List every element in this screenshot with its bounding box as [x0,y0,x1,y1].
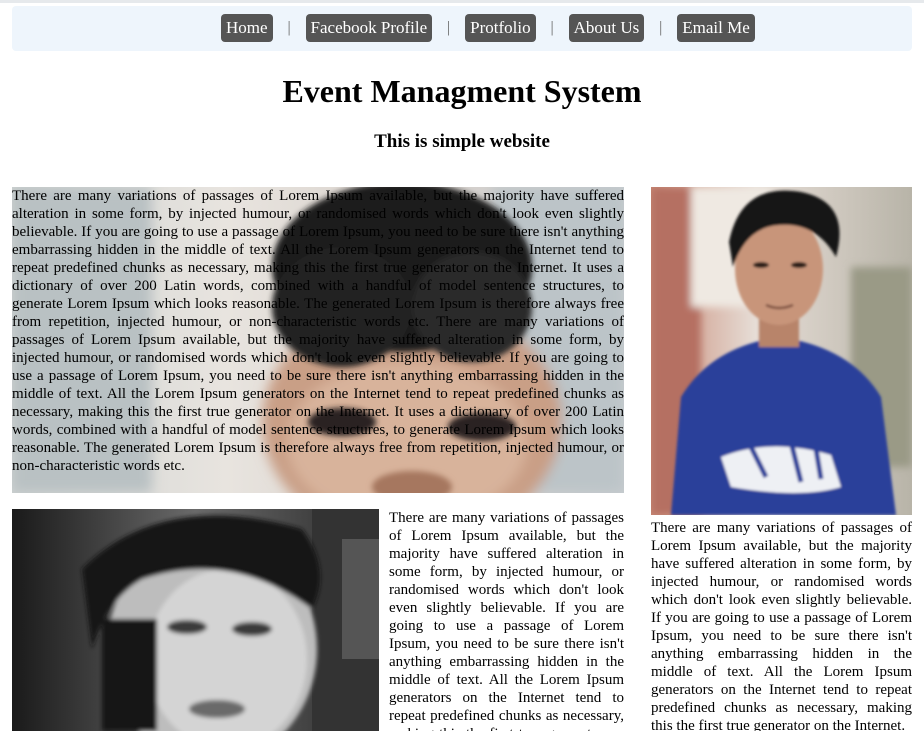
nav-facebook-profile-button[interactable]: Facebook Profile [305,14,433,42]
nav-portfolio-button[interactable]: Protfolio [465,14,536,42]
nav-email-me-button[interactable]: Email Me [677,14,755,42]
nav-home-button[interactable]: Home [221,14,273,42]
blue-shirt-portrait-photo [651,187,912,515]
top-navbar: Home | Facebook Profile | Protfolio | Ab… [12,6,912,51]
nav-separator: | [447,19,451,36]
page-top-border [0,0,924,3]
side-paragraph: There are many variations of passages of… [651,520,912,731]
nav-separator: | [287,19,291,36]
nav-about-us-button[interactable]: About Us [568,14,645,42]
nav-links: Home | Facebook Profile | Protfolio | Ab… [221,14,755,42]
hero-paragraph: There are many variations of passages of… [12,188,624,474]
middle-paragraph: There are many variations of passages of… [389,510,624,731]
nav-separator: | [659,19,663,36]
bw-portrait-photo [12,509,379,731]
nav-separator: | [550,19,554,36]
page-title: Event Managment System [282,73,642,109]
page-subtitle: This is simple website [374,131,550,152]
